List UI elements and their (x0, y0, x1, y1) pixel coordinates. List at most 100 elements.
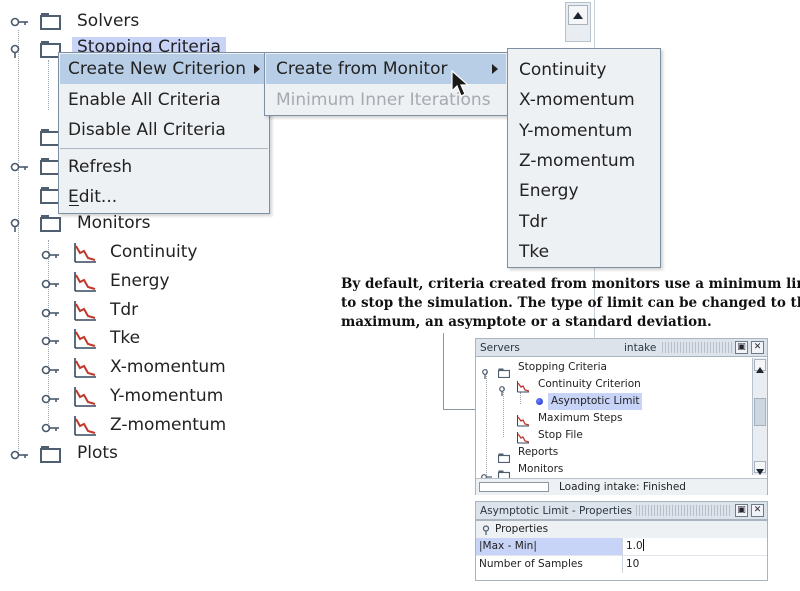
folder-icon (497, 448, 511, 464)
menu-item-label: X-momentum (519, 90, 635, 111)
close-window-icon[interactable]: ✕ (751, 341, 764, 354)
tree-item-monitor[interactable]: Y-momentum (110, 386, 223, 406)
tree-item-monitor[interactable]: Tdr (110, 300, 138, 320)
servers-tree-item[interactable]: Maximum Steps (538, 410, 622, 427)
servers-tree-item[interactable]: Asymptotic Limit (548, 393, 643, 410)
caption-line: maximum, an asymptote or a standard devi… (341, 314, 712, 330)
menu-item-monitor[interactable]: Tke (509, 237, 659, 267)
expand-key-icon[interactable] (10, 448, 30, 462)
menu-item-enable-all-criteria[interactable]: Enable All Criteria (60, 85, 268, 115)
menu-item-label: Z-momentum (519, 150, 636, 171)
collapse-key-icon[interactable] (10, 44, 30, 58)
property-name: Number of Samples (479, 558, 583, 570)
criterion-dot-icon (536, 398, 543, 405)
monitor-plot-icon (72, 414, 98, 438)
tree-item-plots[interactable]: Plots (77, 443, 118, 463)
expand-key-icon[interactable] (41, 421, 61, 435)
property-row-max-min[interactable]: |Max - Min| 1.0 (476, 538, 767, 555)
context-menu: Create New Criterion Enable All Criteria… (58, 52, 270, 214)
expand-key-icon[interactable] (41, 334, 61, 348)
menu-item-label: Enable All Criteria (68, 90, 221, 110)
callout-line (443, 333, 444, 409)
expand-key-icon[interactable] (10, 160, 30, 174)
tree-item-monitor[interactable]: Z-momentum (110, 415, 226, 435)
scroll-up-button[interactable] (754, 359, 766, 373)
header-grip (636, 505, 732, 516)
tree-connector (486, 369, 487, 479)
collapse-key-icon[interactable] (10, 218, 30, 232)
scroll-thumb[interactable] (754, 398, 766, 426)
servers-window-header: Servers intake ▣ ✕ (475, 338, 768, 357)
menu-separator (60, 148, 268, 149)
servers-tree-item[interactable]: Stopping Criteria (518, 359, 607, 376)
tree-item-monitor[interactable]: Tke (110, 328, 140, 348)
vertical-scrollbar[interactable] (565, 2, 591, 42)
expand-key-icon[interactable] (481, 466, 492, 480)
menu-item-monitor[interactable]: Z-momentum (509, 146, 659, 176)
monitor-plot-icon (72, 241, 98, 265)
properties-window-header: Asymptotic Limit - Properties ▣ ✕ (475, 501, 768, 520)
menu-item-edit[interactable]: Edit... (60, 182, 268, 212)
servers-scrollbar[interactable] (752, 358, 767, 475)
properties-group-label: Properties (495, 523, 549, 535)
properties-table: Properties |Max - Min| 1.0 Number of Sam… (475, 520, 768, 581)
property-value-input[interactable]: 1.0 (622, 538, 769, 555)
tree-item-monitor[interactable]: Energy (110, 271, 170, 291)
collapse-key-icon[interactable] (481, 364, 492, 379)
property-value[interactable]: 10 (622, 556, 769, 573)
folder-icon (497, 465, 511, 481)
servers-tree-item[interactable]: Reports (518, 444, 558, 461)
expand-key-icon[interactable] (41, 306, 61, 320)
mnemonic-underline (69, 205, 79, 206)
restore-window-icon[interactable]: ▣ (735, 341, 748, 354)
menu-item-label: Y-momentum (519, 120, 633, 141)
menu-item-monitor[interactable]: Y-momentum (509, 116, 659, 146)
tree-item-monitor[interactable]: Continuity (110, 242, 197, 262)
menu-item-create-new-criterion[interactable]: Create New Criterion (60, 54, 268, 84)
servers-tree-item[interactable]: Stop File (538, 427, 583, 444)
collapse-key-icon[interactable] (498, 381, 509, 396)
monitor-plot-icon (516, 378, 530, 393)
menu-item-monitor[interactable]: Energy (509, 176, 659, 206)
properties-group-row[interactable]: Properties (476, 521, 767, 538)
caption-line: to stop the simulation. The type of limi… (341, 295, 800, 311)
monitor-plot-icon (72, 270, 98, 294)
tree-item-monitors[interactable]: Monitors (77, 213, 150, 233)
menu-item-label: Energy (519, 181, 579, 202)
collapse-key-icon[interactable] (482, 525, 492, 535)
menu-item-monitor[interactable]: Continuity (509, 55, 659, 85)
status-text: Loading intake: Finished (559, 481, 686, 493)
menu-item-refresh[interactable]: Refresh (60, 152, 268, 182)
menu-item-monitor[interactable]: Tdr (509, 207, 659, 237)
monitor-plot-icon (516, 412, 530, 427)
expand-key-icon[interactable] (41, 392, 61, 406)
expand-key-icon[interactable] (41, 248, 61, 262)
submenu-arrow-icon (492, 64, 498, 74)
status-bar: Loading intake: Finished (476, 478, 767, 495)
scroll-down-button[interactable] (754, 461, 766, 475)
triangle-up-icon (756, 367, 764, 373)
menu-item-disable-all-criteria[interactable]: Disable All Criteria (60, 115, 268, 145)
folder-icon (40, 12, 62, 30)
tree-item-monitor[interactable]: X-momentum (110, 357, 226, 377)
scroll-up-button[interactable] (568, 5, 588, 25)
folder-icon (497, 363, 511, 379)
restore-window-icon[interactable]: ▣ (735, 504, 748, 517)
expand-key-icon[interactable] (10, 15, 30, 29)
folder-icon (40, 214, 62, 232)
menu-item-label: Tdr (519, 211, 548, 232)
expand-key-icon[interactable] (41, 277, 61, 291)
close-window-icon[interactable]: ✕ (751, 504, 764, 517)
header-grip (662, 342, 732, 353)
figure-caption: By default, criteria created from monito… (341, 275, 800, 332)
menu-item-monitor[interactable]: X-momentum (509, 85, 659, 115)
monitor-plot-icon (72, 327, 98, 351)
submenu-monitor-list: Continuity X-momentum Y-momentum Z-momentum… (507, 48, 661, 268)
folder-icon (40, 445, 62, 463)
expand-key-icon[interactable] (41, 363, 61, 377)
servers-tree-item[interactable]: Monitors (518, 461, 563, 478)
property-row-number-of-samples[interactable]: Number of Samples 10 (476, 555, 769, 573)
submenu-arrow-icon (254, 64, 260, 74)
servers-tree-item[interactable]: Continuity Criterion (538, 376, 641, 393)
tree-item-solvers[interactable]: Solvers (77, 11, 139, 31)
